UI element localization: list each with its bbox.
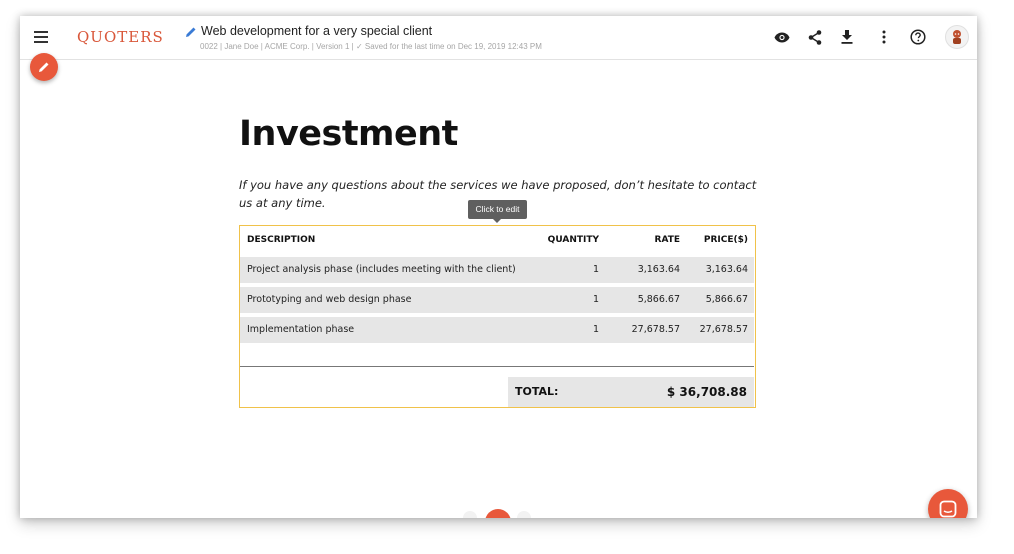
cell-quantity: 1	[592, 324, 599, 335]
cell-description: Implementation phase	[247, 324, 355, 335]
app-window: QUOTERS Web development for a very speci…	[20, 16, 977, 518]
table-row[interactable]: Implementation phase 1 27,678.57 27,678.…	[240, 317, 754, 343]
total-label: TOTAL:	[515, 385, 559, 398]
top-bar: QUOTERS Web development for a very speci…	[20, 16, 977, 60]
table-divider	[240, 366, 754, 367]
eye-icon[interactable]	[773, 28, 791, 46]
column-header-description: DESCRIPTION	[247, 235, 316, 245]
table-row[interactable]: Prototyping and web design phase 1 5,866…	[240, 287, 754, 313]
cell-quantity: 1	[592, 264, 599, 275]
cell-description: Prototyping and web design phase	[247, 294, 412, 305]
help-icon[interactable]	[909, 28, 927, 46]
edit-fab-button[interactable]	[30, 53, 58, 81]
chat-icon	[939, 500, 957, 518]
click-to-edit-tooltip: Click to edit	[468, 200, 527, 223]
page-nav-right[interactable]	[517, 511, 531, 518]
chat-fab-button[interactable]	[928, 489, 968, 518]
column-header-rate: RATE	[654, 235, 680, 245]
share-icon[interactable]	[806, 28, 824, 46]
menu-icon[interactable]	[34, 31, 48, 43]
pencil-icon	[39, 62, 49, 72]
total-row: TOTAL: $ 36,708.88	[508, 377, 754, 407]
cell-quantity: 1	[592, 294, 599, 305]
cell-rate: 3,163.64	[637, 264, 680, 275]
table-row[interactable]: Project analysis phase (includes meeting…	[240, 257, 754, 283]
cell-price: 5,866.67	[705, 294, 748, 305]
cell-price: 27,678.57	[699, 324, 748, 335]
cell-price: 3,163.64	[705, 264, 748, 275]
document-meta: 0022 | Jane Doe | ACME Corp. | Version 1…	[200, 42, 542, 51]
cell-rate: 5,866.67	[637, 294, 680, 305]
page-indicator[interactable]	[485, 509, 511, 518]
section-heading: Investment	[239, 114, 458, 154]
cell-rate: 27,678.57	[631, 324, 680, 335]
cell-description: Project analysis phase (includes meeting…	[247, 264, 516, 275]
investment-table[interactable]: DESCRIPTION QUANTITY RATE PRICE($) Proje…	[239, 225, 756, 408]
brand-logo[interactable]: QUOTERS	[77, 28, 164, 46]
column-header-price: PRICE($)	[703, 235, 748, 245]
avatar[interactable]	[945, 25, 969, 49]
more-vert-icon[interactable]	[875, 28, 893, 46]
column-header-quantity: QUANTITY	[547, 235, 599, 245]
page-nav-left[interactable]	[463, 511, 477, 518]
pencil-icon[interactable]	[185, 26, 197, 38]
table-header: DESCRIPTION QUANTITY RATE PRICE($)	[240, 226, 754, 255]
download-icon[interactable]	[838, 28, 856, 46]
total-value: $ 36,708.88	[666, 385, 747, 399]
document-title[interactable]: Web development for a very special clien…	[201, 24, 432, 38]
